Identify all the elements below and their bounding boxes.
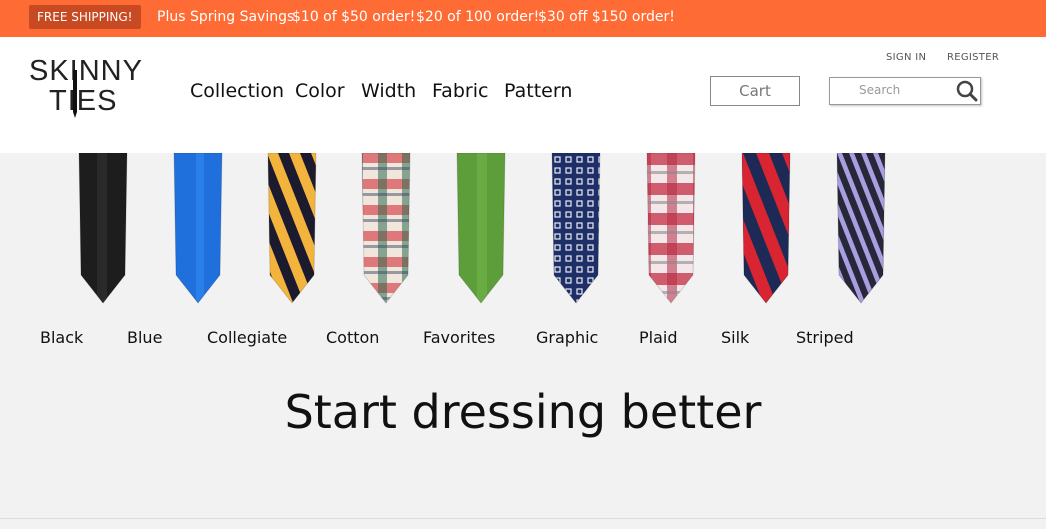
category-blue[interactable]: Blue xyxy=(127,328,162,348)
logo-tie-icon xyxy=(73,70,77,118)
promo-bar: FREE SHIPPING! Plus Spring Savings $10 o… xyxy=(0,0,1046,37)
promo-text-spring: Plus Spring Savings xyxy=(157,9,295,25)
tie-image-plaid[interactable] xyxy=(635,153,707,305)
logo-line-2: TIES xyxy=(49,85,118,117)
promo-text-offer-30: $30 off $150 order! xyxy=(538,9,675,25)
collegiate-tie-icon xyxy=(267,153,317,304)
plaid-tie-icon xyxy=(646,153,696,304)
sign-in-link[interactable]: SIGN IN xyxy=(886,52,926,63)
register-link[interactable]: REGISTER xyxy=(947,52,999,63)
category-cotton[interactable]: Cotton xyxy=(326,328,379,348)
promo-text-offer-10: $10 of $50 order! xyxy=(292,9,416,25)
site-logo[interactable]: SKINNY TIES xyxy=(29,55,143,122)
graphic-tie-icon xyxy=(551,153,601,304)
cotton-tie-icon xyxy=(361,153,411,304)
black-tie-icon xyxy=(78,153,128,304)
free-shipping-badge: FREE SHIPPING! xyxy=(29,5,141,29)
site-header: SKINNY TIES Collection Color Width Fabri… xyxy=(0,37,1046,153)
tie-image-black[interactable] xyxy=(67,153,139,305)
nav-width[interactable]: Width xyxy=(361,77,416,105)
nav-pattern[interactable]: Pattern xyxy=(504,77,572,105)
tie-image-blue[interactable] xyxy=(162,153,234,305)
nav-color[interactable]: Color xyxy=(295,77,345,105)
nav-fabric[interactable]: Fabric xyxy=(432,77,488,105)
category-plaid[interactable]: Plaid xyxy=(639,328,678,348)
category-favorites[interactable]: Favorites xyxy=(423,328,495,348)
category-collegiate[interactable]: Collegiate xyxy=(207,328,287,348)
search-icon[interactable] xyxy=(956,80,978,102)
search-box xyxy=(829,77,983,105)
nav-collection[interactable]: Collection xyxy=(190,77,284,105)
category-black[interactable]: Black xyxy=(40,328,83,348)
category-graphic[interactable]: Graphic xyxy=(536,328,598,348)
silk-tie-icon xyxy=(741,153,791,304)
cart-button[interactable]: Cart xyxy=(710,76,800,106)
tie-image-collegiate[interactable] xyxy=(256,153,328,305)
tie-image-striped[interactable] xyxy=(825,153,897,305)
divider xyxy=(0,518,1046,519)
category-silk[interactable]: Silk xyxy=(721,328,749,348)
tie-image-graphic[interactable] xyxy=(540,153,612,305)
striped-tie-icon xyxy=(836,153,886,304)
favorites-tie-icon xyxy=(456,153,506,304)
category-striped[interactable]: Striped xyxy=(796,328,854,348)
tie-image-favorites[interactable] xyxy=(445,153,517,305)
tie-image-silk[interactable] xyxy=(730,153,802,305)
tie-image-cotton[interactable] xyxy=(350,153,422,305)
hero-headline: Start dressing better xyxy=(284,385,762,439)
logo-line-1: SKINNY xyxy=(29,55,143,87)
blue-tie-icon xyxy=(173,153,223,304)
promo-text-offer-20: $20 of 100 order! xyxy=(416,9,540,25)
